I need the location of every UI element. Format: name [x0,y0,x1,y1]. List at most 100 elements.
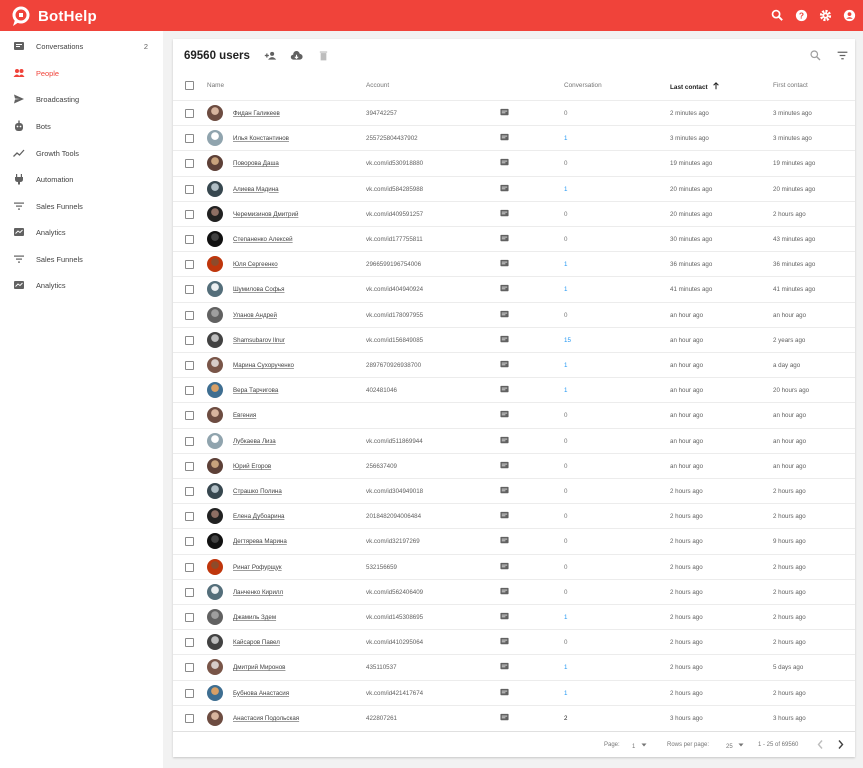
table-row[interactable]: Дмитрий Миронов 435110537 1 2 hours ago 5 da… [173,654,855,679]
message-icon[interactable] [500,108,509,117]
filter-icon[interactable] [836,49,849,62]
row-checkbox[interactable] [185,411,194,421]
message-icon[interactable] [500,587,509,596]
sidebar-item-sales-funnels[interactable]: Sales Funnels [0,246,163,272]
avatar[interactable] [207,407,223,424]
user-name-link[interactable]: Марина Сухорученко [233,362,294,369]
table-row[interactable]: Марина Сухорученко 2897670926938700 1 an ho… [173,352,855,377]
column-header-last-contact[interactable]: Last contact [670,82,720,91]
user-name-link[interactable]: Фидан Галикеев [233,110,280,117]
column-header-account[interactable]: Account [366,82,389,89]
row-checkbox[interactable] [185,134,194,144]
message-icon[interactable] [500,562,509,571]
table-row[interactable]: Лубкаева Лиза vk.com/id511869944 0 an hour … [173,427,855,453]
avatar[interactable] [207,483,223,499]
user-name-link[interactable]: Анастасия Подольская [233,715,299,722]
message-icon[interactable] [500,234,509,243]
table-row[interactable]: Уланов Андрей vk.com/id178097955 0 an hour … [173,301,855,327]
avatar[interactable] [207,432,223,449]
message-icon[interactable] [500,385,509,394]
sidebar-item-bots[interactable]: Bots [0,113,163,139]
user-name-link[interactable]: Илья Константинов [233,135,289,142]
row-checkbox[interactable] [185,285,194,295]
sidebar-item-analytics[interactable]: Analytics [0,272,163,298]
table-row[interactable]: Елена Дубоарина 2018482094006484 0 2 hours … [173,503,855,528]
row-checkbox[interactable] [185,562,194,572]
page-select[interactable]: 1 [632,742,647,750]
row-checkbox[interactable] [185,663,194,673]
avatar[interactable] [207,130,223,147]
user-name-link[interactable]: Уланов Андрей [233,312,277,319]
add-user-icon[interactable] [264,49,277,62]
avatar[interactable] [207,457,223,474]
message-icon[interactable] [500,486,509,495]
gear-icon[interactable] [818,8,833,23]
row-checkbox[interactable] [185,436,194,446]
avatar[interactable] [207,684,223,701]
message-icon[interactable] [500,536,509,545]
table-row[interactable]: Шумилова Софья vk.com/id404940924 1 41 minu… [173,276,855,301]
help-icon[interactable]: ? [794,8,809,23]
user-name-link[interactable]: Кайсаров Павел [233,639,280,646]
table-row[interactable]: Евгения 0 an hour ago an hour ago [173,402,855,427]
avatar[interactable] [207,659,223,676]
message-icon[interactable] [500,612,509,621]
cloud-download-icon[interactable] [290,49,303,62]
user-name-link[interactable]: Вера Тарчигова [233,387,278,394]
table-row[interactable]: Ринат Рофурщук 532156659 0 2 hours ago 2 hou… [173,553,855,579]
avatar[interactable] [207,533,223,550]
user-name-link[interactable]: Ринат Рофурщук [233,564,282,571]
user-name-link[interactable]: Лубкаева Лиза [233,438,276,445]
avatar[interactable] [207,357,223,373]
avatar[interactable] [207,306,223,323]
avatar[interactable] [207,558,223,575]
user-name-link[interactable]: Ланченко Кирилл [233,589,283,596]
user-name-link[interactable]: Степаненко Алексей [233,236,293,243]
row-checkbox[interactable] [185,638,194,648]
row-checkbox[interactable] [185,386,194,396]
row-checkbox[interactable] [185,537,194,547]
avatar[interactable] [207,205,223,222]
avatar[interactable] [207,583,223,600]
message-icon[interactable] [500,133,509,142]
row-checkbox[interactable] [185,159,194,169]
user-name-link[interactable]: Поворова Даша [233,160,279,167]
table-row[interactable]: Анастасия Подольская 422807261 2 3 hours ag… [173,704,855,730]
search-icon[interactable] [809,49,822,62]
user-name-link[interactable]: Бубнова Анастасия [233,690,289,697]
table-row[interactable]: Дегтярева Марина vk.com/id32197269 0 2 hour… [173,528,855,553]
message-icon[interactable] [500,461,509,470]
table-row[interactable]: Бубнова Анастасия vk.com/id421417674 1 2 ho… [173,679,855,705]
select-all-checkbox[interactable] [185,81,194,90]
row-checkbox[interactable] [185,235,194,244]
prev-page-icon[interactable] [816,739,825,752]
avatar[interactable] [207,105,223,121]
message-icon[interactable] [500,335,509,344]
row-checkbox[interactable] [185,209,194,219]
avatar[interactable] [207,155,223,172]
avatar[interactable] [207,382,223,399]
avatar[interactable] [207,508,223,525]
avatar[interactable] [207,180,223,197]
table-row[interactable]: Страшко Полина vk.com/id304949018 0 2 hours… [173,478,855,503]
message-icon[interactable] [500,688,509,697]
table-row[interactable]: Кайсаров Павел vk.com/id410295064 0 2 hours… [173,629,855,654]
avatar[interactable] [207,609,223,625]
table-row[interactable]: Фидан Галикеев 394742257 0 2 minutes ago 3 m… [173,100,855,125]
message-icon[interactable] [500,713,509,722]
avatar[interactable] [207,331,223,348]
user-name-link[interactable]: Шумилова Софья [233,286,284,293]
sidebar-item-conversations[interactable]: Conversations 2 [0,33,163,59]
user-name-link[interactable]: Елена Дубоарина [233,513,284,520]
row-checkbox[interactable] [185,184,194,194]
sidebar-item-growth-tools[interactable]: Growth Tools [0,140,163,166]
row-checkbox[interactable] [185,512,194,522]
row-checkbox[interactable] [185,361,194,370]
column-header-first-contact[interactable]: First contact [773,82,808,89]
message-icon[interactable] [500,310,509,319]
table-row[interactable]: Илья Константинов 255725804437902 1 3 minut… [173,125,855,150]
sidebar-item-broadcasting[interactable]: Broadcasting [0,86,163,112]
message-icon[interactable] [500,511,509,520]
table-row[interactable]: Ланченко Кирилл vk.com/id562406409 0 2 hour… [173,578,855,604]
table-row[interactable]: Черемизинов Дмитрий vk.com/id409591257 0 20… [173,200,855,226]
